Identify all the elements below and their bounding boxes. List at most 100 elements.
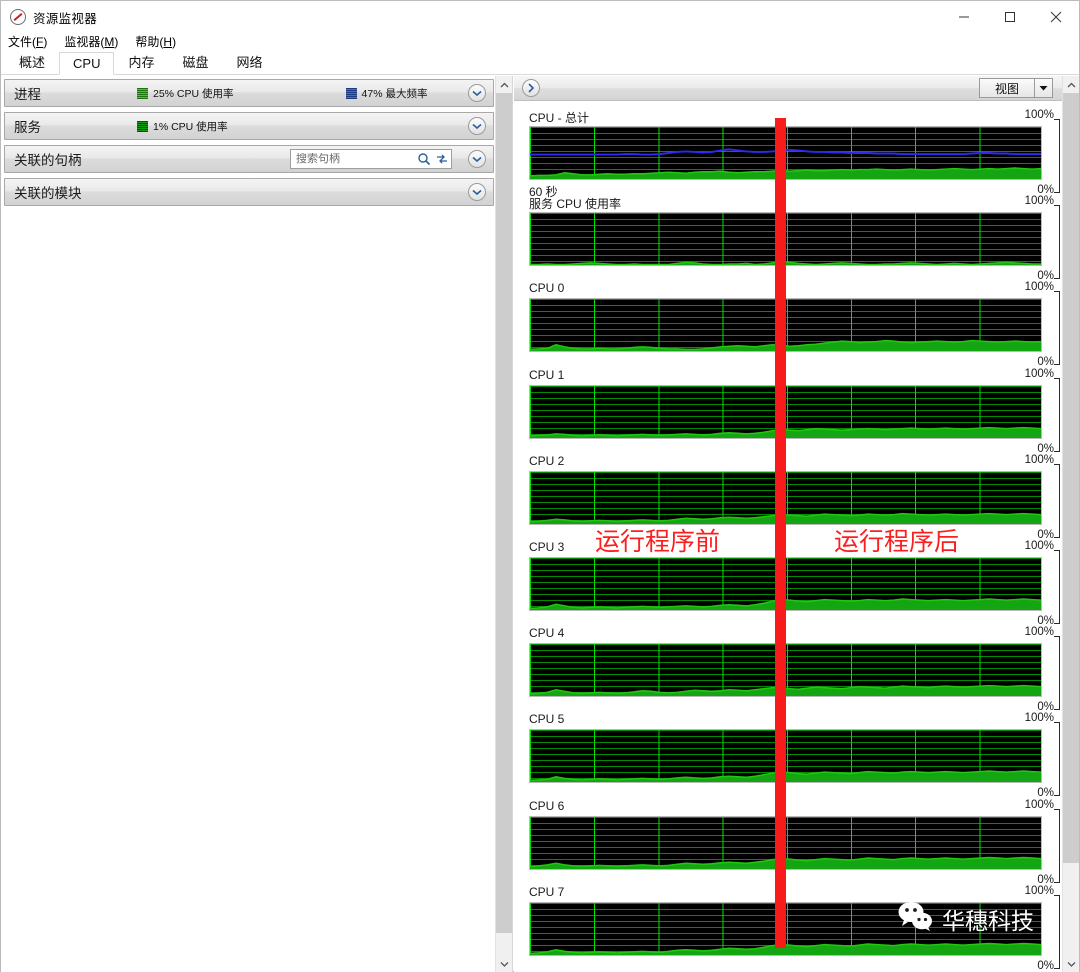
panel-associated-handles[interactable]: 关联的句柄 bbox=[4, 145, 494, 173]
scroll-up-button[interactable] bbox=[496, 76, 512, 93]
graph-min-label: 0% bbox=[1037, 356, 1054, 369]
minimize-button[interactable] bbox=[941, 1, 987, 32]
graph-min-label: 0% bbox=[1037, 442, 1054, 455]
axis-bracket bbox=[1054, 636, 1060, 711]
blue-swatch-icon bbox=[345, 87, 357, 99]
graph-max-label: 100% bbox=[1024, 798, 1054, 811]
panel-services-title: 服务 bbox=[14, 120, 41, 135]
scroll-up-button[interactable] bbox=[1063, 76, 1079, 93]
panel-services-collapse-button[interactable] bbox=[468, 117, 486, 135]
handle-search-box[interactable] bbox=[290, 149, 452, 169]
graph-title: CPU 1 bbox=[529, 367, 565, 382]
panel-associated-modules[interactable]: 关联的模块 bbox=[4, 178, 494, 206]
view-dropdown-button[interactable]: 视图 bbox=[979, 78, 1053, 98]
window-title: 资源监视器 bbox=[33, 11, 98, 26]
tab-memory[interactable]: 内存 bbox=[114, 51, 168, 74]
graph-title: CPU 4 bbox=[529, 626, 565, 641]
panel-services-stats: 1% CPU 使用率 bbox=[137, 119, 340, 134]
chevron-down-icon bbox=[472, 189, 482, 195]
menu-file[interactable]: 文件(F) bbox=[8, 33, 47, 50]
stat-service-cpu-usage-label: 1% CPU 使用率 bbox=[153, 120, 228, 133]
window-controls bbox=[941, 1, 1079, 32]
tab-cpu[interactable]: CPU bbox=[59, 52, 115, 75]
collapse-graph-pane-button[interactable] bbox=[522, 79, 540, 97]
tab-network[interactable]: 网络 bbox=[223, 51, 277, 74]
menu-bar: 文件(F) 监视器(M) 帮助(H) bbox=[1, 31, 1079, 51]
axis-bracket bbox=[1054, 894, 1060, 969]
chevron-right-icon bbox=[528, 83, 535, 93]
chevron-down-icon bbox=[472, 90, 482, 96]
left-scrollbar-thumb[interactable] bbox=[496, 93, 512, 933]
graph-max-label: 100% bbox=[1024, 195, 1054, 208]
stat-cpu-usage-label: 25% CPU 使用率 bbox=[153, 87, 234, 100]
graph-block: 服务 CPU 使用率 100% 0% bbox=[514, 195, 1062, 283]
right-pane-scrollbar[interactable] bbox=[1062, 76, 1079, 972]
graph-block: CPU 5 100% 0% bbox=[514, 712, 1062, 799]
left-pane-scrollbar[interactable] bbox=[495, 76, 512, 972]
panel-associated-handles-title: 关联的句柄 bbox=[14, 153, 82, 168]
graph-title: CPU 3 bbox=[529, 540, 565, 554]
graph-min-label: 0% bbox=[1037, 528, 1054, 541]
panel-processes-title: 进程 bbox=[14, 87, 41, 102]
scroll-down-button[interactable] bbox=[496, 955, 512, 972]
watermark-text: 华穗科技 bbox=[942, 909, 1034, 935]
maximize-button[interactable] bbox=[987, 1, 1033, 32]
search-input[interactable] bbox=[291, 153, 415, 165]
refresh-icon[interactable] bbox=[433, 152, 451, 166]
tab-strip: 概述 CPU 内存 磁盘 网络 bbox=[1, 51, 1079, 75]
graph-title: 服务 CPU 使用率 bbox=[529, 197, 622, 212]
stat-max-frequency: 47% 最大频率 bbox=[345, 86, 428, 101]
graph-max-label: 100% bbox=[1024, 109, 1054, 121]
graph-min-label: 0% bbox=[1037, 701, 1054, 714]
graph-min-label: 0% bbox=[1037, 615, 1054, 627]
menu-help-accel: H bbox=[163, 34, 173, 49]
stat-max-frequency-label: 47% 最大频率 bbox=[361, 87, 428, 100]
graph-min-label: 0% bbox=[1037, 873, 1054, 886]
graph-block: CPU 0 100% 0% bbox=[514, 281, 1062, 369]
axis-bracket bbox=[1054, 550, 1060, 624]
graph-block: CPU 1 100% 0% bbox=[514, 367, 1062, 455]
graph-block: CPU - 总计 100% 0% 60 秒 bbox=[514, 109, 1062, 199]
menu-monitor[interactable]: 监视器(M) bbox=[64, 33, 118, 50]
menu-monitor-label: 监视器 bbox=[64, 34, 101, 49]
annotation-before-label: 运行程序前 bbox=[595, 527, 721, 556]
panel-associated-modules-collapse-button[interactable] bbox=[468, 183, 486, 201]
scroll-down-button[interactable] bbox=[1063, 955, 1079, 972]
graph-title: CPU 2 bbox=[529, 453, 565, 468]
chevron-down-icon bbox=[500, 961, 509, 967]
graph-title: CPU 5 bbox=[529, 712, 565, 727]
green-swatch-icon bbox=[137, 87, 148, 99]
gauge-icon bbox=[10, 9, 26, 25]
graph-min-label: 0% bbox=[1037, 959, 1054, 972]
axis-bracket bbox=[1054, 205, 1060, 280]
panel-associated-modules-title: 关联的模块 bbox=[14, 186, 82, 201]
graph-block: CPU 6 100% 0% bbox=[514, 798, 1062, 886]
tab-disk[interactable]: 磁盘 bbox=[168, 51, 222, 74]
panel-list: 进程 25% CPU 使用率 47% 最大频率 服务 1% CPU 使用率 关联… bbox=[4, 79, 494, 211]
menu-help[interactable]: 帮助(H) bbox=[135, 33, 176, 50]
resource-monitor-window: 资源监视器 文件(F) 监视器(M) 帮助(H) 概述 CPU 内存 磁盘 网络 bbox=[0, 0, 1080, 972]
axis-bracket bbox=[1054, 291, 1060, 366]
graph-max-label: 100% bbox=[1024, 540, 1054, 552]
axis-bracket bbox=[1054, 722, 1060, 797]
chevron-down-icon bbox=[1067, 961, 1076, 967]
graph-title: CPU 7 bbox=[529, 884, 565, 899]
graph-title: CPU 6 bbox=[529, 798, 565, 813]
panel-associated-handles-collapse-button[interactable] bbox=[468, 150, 486, 168]
graph-max-label: 100% bbox=[1024, 281, 1054, 294]
axis-bracket bbox=[1054, 377, 1060, 452]
panel-processes-collapse-button[interactable] bbox=[468, 84, 486, 102]
menu-help-label: 帮助 bbox=[135, 34, 160, 49]
panel-processes[interactable]: 进程 25% CPU 使用率 47% 最大频率 bbox=[4, 79, 494, 107]
wechat-icon bbox=[897, 901, 935, 937]
close-button[interactable] bbox=[1033, 1, 1079, 32]
left-pane: 进程 25% CPU 使用率 47% 最大频率 服务 1% CPU 使用率 关联… bbox=[1, 76, 513, 972]
stat-cpu-usage: 25% CPU 使用率 bbox=[137, 86, 234, 101]
graph-min-label: 0% bbox=[1037, 270, 1054, 283]
chevron-down-icon[interactable] bbox=[1035, 85, 1052, 91]
right-scrollbar-thumb[interactable] bbox=[1063, 93, 1079, 863]
search-icon[interactable] bbox=[415, 152, 433, 166]
panel-services[interactable]: 服务 1% CPU 使用率 bbox=[4, 112, 494, 140]
tab-overview[interactable]: 概述 bbox=[5, 51, 59, 74]
title-bar: 资源监视器 bbox=[1, 1, 1079, 33]
